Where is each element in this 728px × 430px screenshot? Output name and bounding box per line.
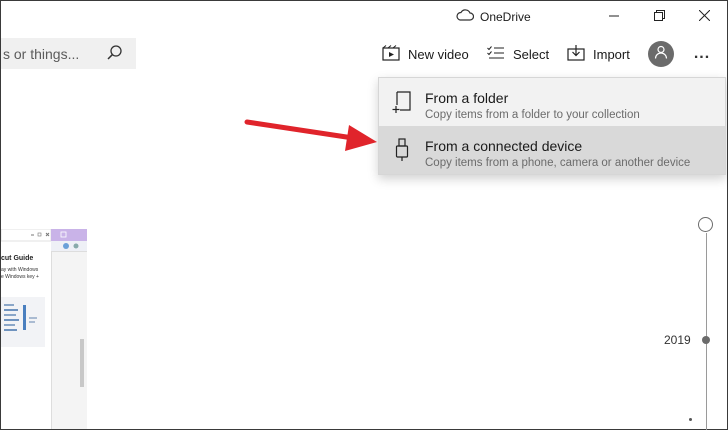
cloud-icon bbox=[456, 9, 475, 24]
timeline-handle[interactable] bbox=[698, 217, 713, 232]
close-button[interactable] bbox=[694, 7, 714, 27]
avatar[interactable] bbox=[648, 41, 674, 67]
menu-item-title: From a folder bbox=[425, 90, 509, 106]
thumbnail-line-1: ay with Windows bbox=[1, 267, 39, 273]
search-icon[interactable] bbox=[106, 44, 124, 65]
folder-add-icon bbox=[391, 89, 413, 115]
timeline-track[interactable] bbox=[706, 233, 707, 430]
new-video-button[interactable]: New video bbox=[382, 43, 469, 65]
thumbnail-heading: cut Guide bbox=[1, 255, 34, 262]
photo-thumbnail[interactable]: cut Guide ay with Windows e Windows key … bbox=[0, 228, 87, 429]
timeline-year-marker[interactable] bbox=[702, 336, 710, 344]
new-video-label: New video bbox=[408, 46, 469, 62]
timeline-point bbox=[689, 418, 692, 421]
close-icon bbox=[698, 8, 710, 26]
title-bar: OneDrive bbox=[1, 1, 727, 33]
select-label: Select bbox=[513, 46, 550, 62]
menu-item-subtitle: Copy items from a phone, camera or anoth… bbox=[425, 157, 691, 169]
search-input[interactable]: s or things... bbox=[1, 38, 136, 69]
import-icon bbox=[567, 44, 585, 64]
video-icon bbox=[382, 44, 400, 64]
annotation-arrow-icon bbox=[244, 119, 377, 151]
menu-item-from-folder[interactable]: From a folder Copy items from a folder t… bbox=[379, 78, 725, 126]
thumbnail-line-2: e Windows key + bbox=[1, 274, 39, 280]
import-button[interactable]: Import bbox=[567, 43, 630, 65]
select-button[interactable]: Select bbox=[487, 43, 549, 65]
more-options-button[interactable]: ... bbox=[690, 43, 714, 65]
onedrive-status[interactable]: OneDrive bbox=[456, 9, 531, 24]
checklist-icon bbox=[487, 45, 505, 63]
usb-device-icon bbox=[391, 137, 413, 163]
maximize-button[interactable] bbox=[649, 7, 669, 27]
menu-item-subtitle: Copy items from a folder to your collect… bbox=[425, 109, 640, 121]
import-label: Import bbox=[593, 46, 630, 62]
menu-item-title: From a connected device bbox=[425, 138, 583, 154]
timeline-year-label[interactable]: 2019 bbox=[664, 333, 691, 347]
maximize-icon bbox=[653, 8, 665, 26]
onedrive-label: OneDrive bbox=[480, 9, 531, 24]
search-text: s or things... bbox=[3, 45, 80, 62]
menu-item-from-device[interactable]: From a connected device Copy items from … bbox=[379, 126, 725, 174]
minimize-icon bbox=[609, 8, 619, 26]
person-icon bbox=[654, 45, 668, 64]
import-menu: From a folder Copy items from a folder t… bbox=[378, 77, 726, 175]
minimize-button[interactable] bbox=[604, 7, 624, 27]
more-icon: ... bbox=[693, 45, 711, 62]
